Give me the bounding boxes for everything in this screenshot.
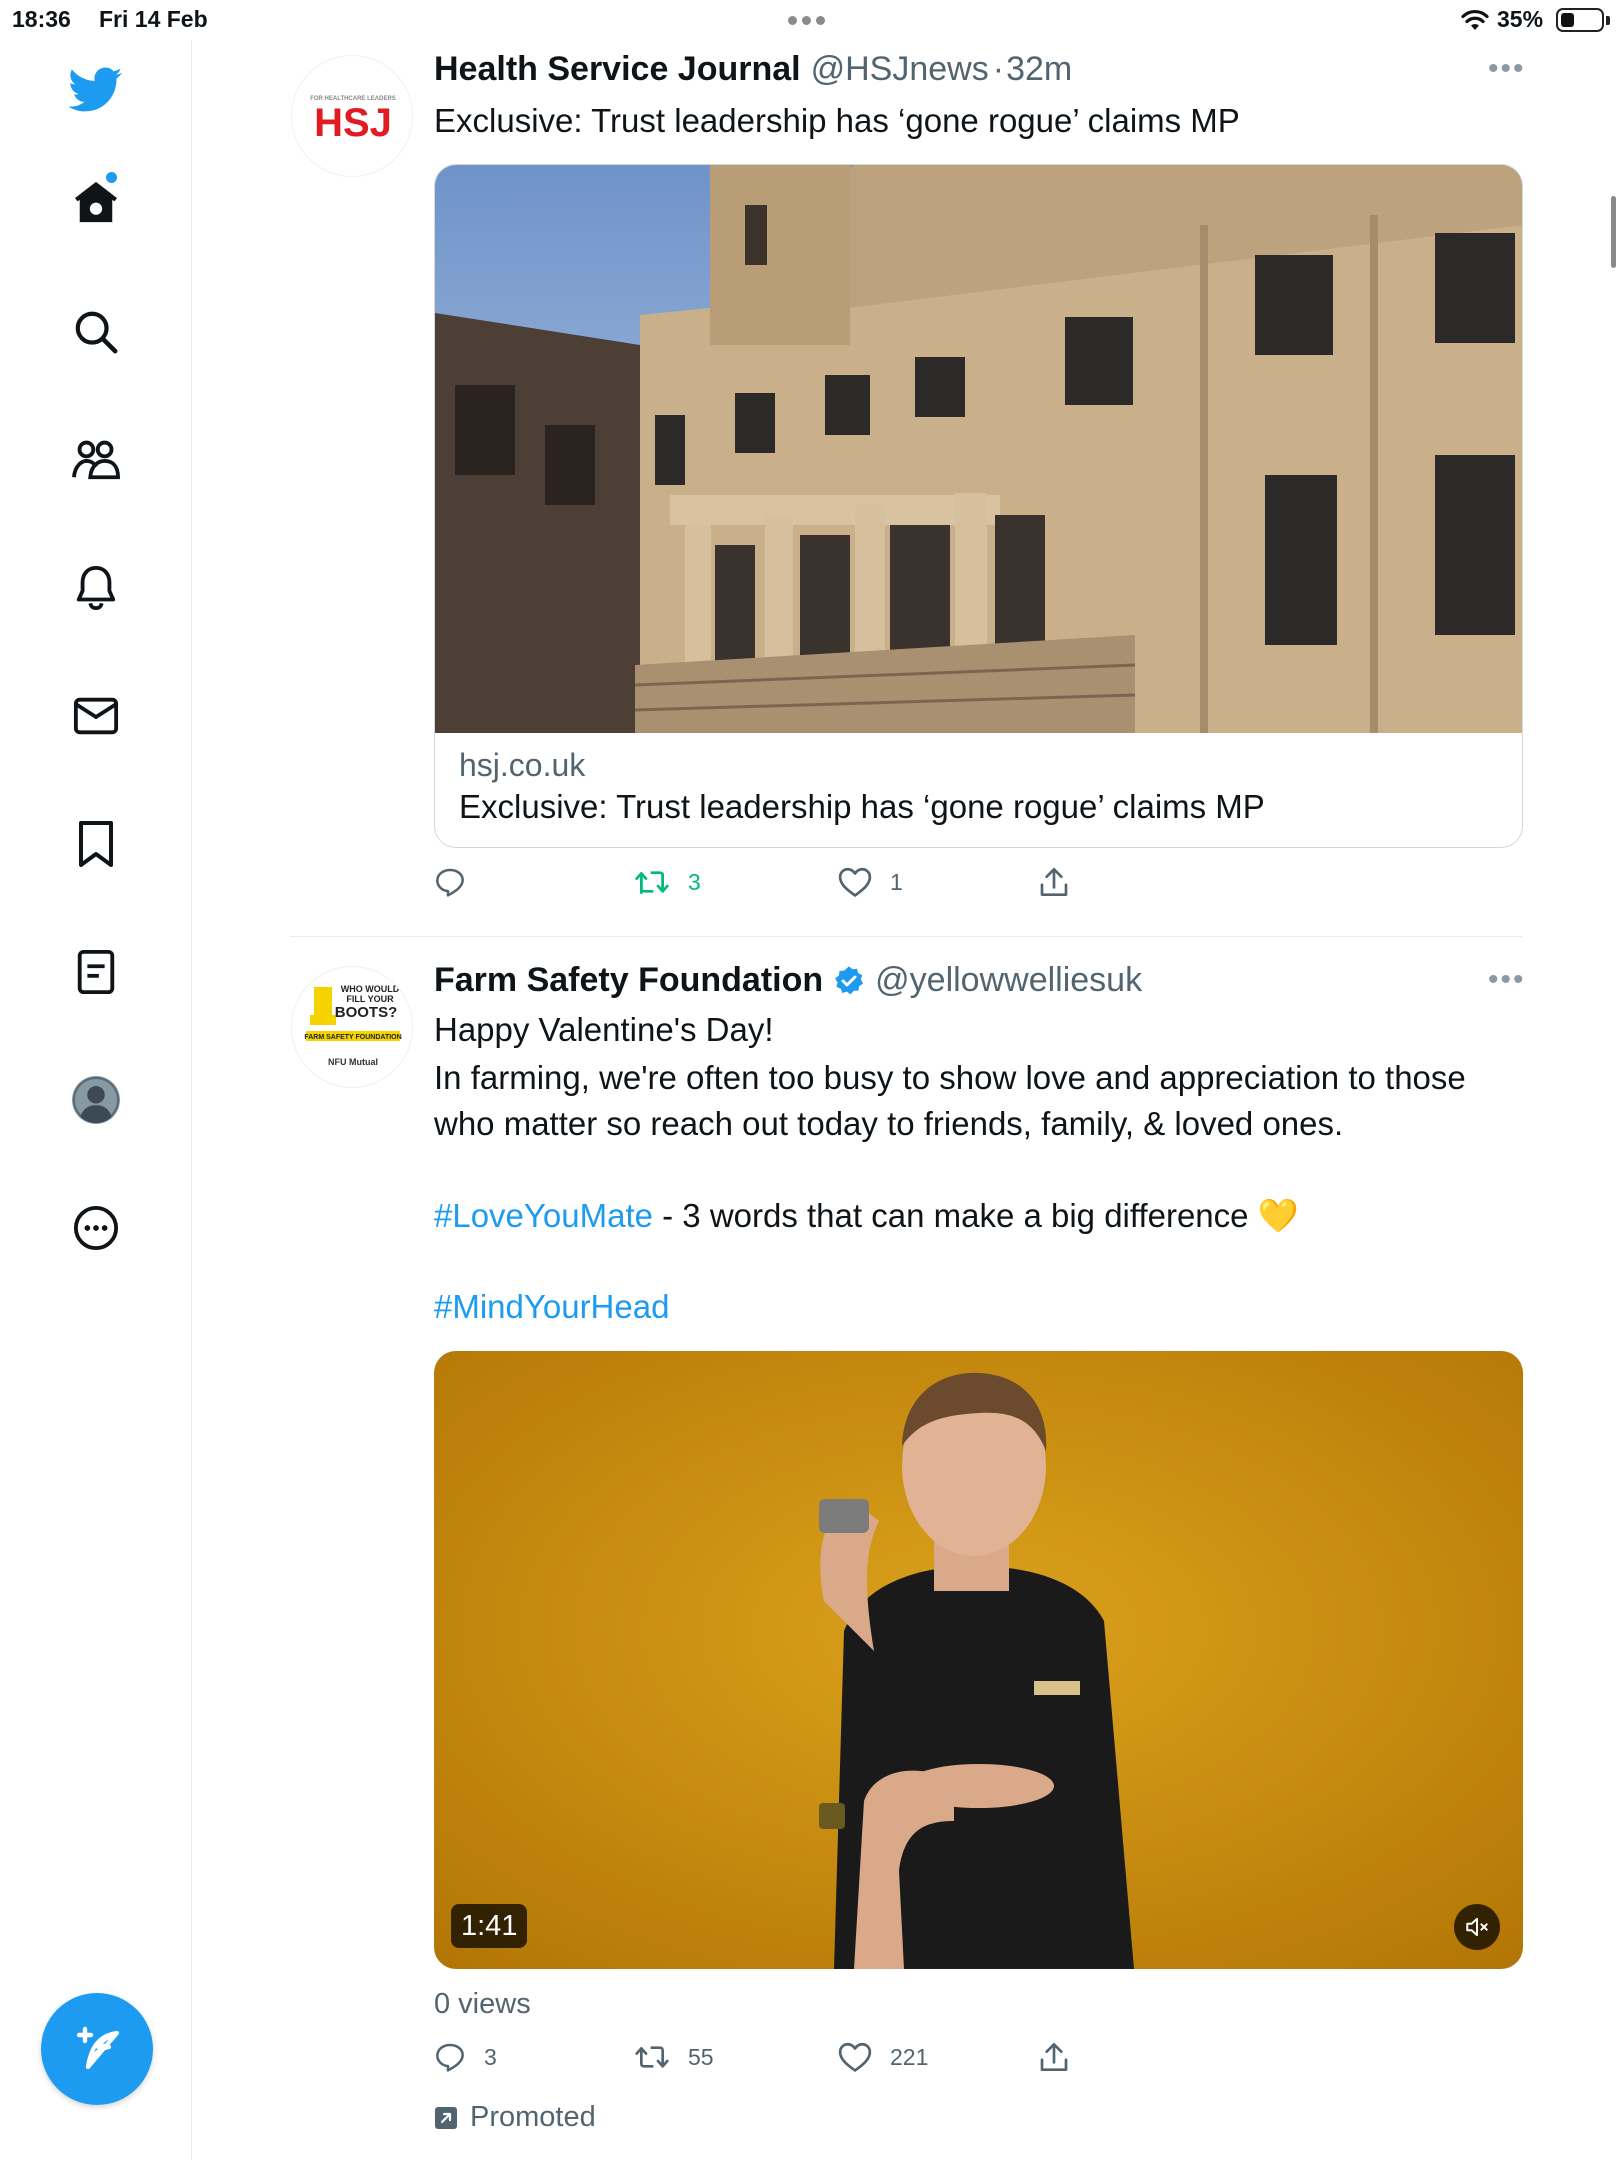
retweet-icon xyxy=(635,2046,669,2068)
hashtag-loveyoumate[interactable]: #LoveYouMate xyxy=(434,1197,653,1234)
communities-icon[interactable] xyxy=(66,430,126,490)
retweet-icon xyxy=(635,871,669,894)
logo-line-1: WHO WOULD xyxy=(341,984,400,994)
twitter-logo-icon[interactable] xyxy=(66,60,126,120)
share-button[interactable] xyxy=(1039,2041,1069,2073)
reply-icon xyxy=(436,2043,464,2072)
retweet-count: 3 xyxy=(688,868,701,895)
share-button[interactable] xyxy=(1039,866,1069,898)
hashtag-line-text: - 3 words that can make a big difference… xyxy=(652,1197,1299,1234)
reply-button[interactable]: 3 xyxy=(434,2041,497,2073)
lists-icon[interactable] xyxy=(66,942,126,1002)
mute-button[interactable] xyxy=(1454,1904,1500,1950)
tweet-divider xyxy=(290,936,1522,937)
author-name[interactable]: Health Service Journal xyxy=(434,50,801,89)
compose-icon xyxy=(76,2026,120,2070)
hsj-logo-text: HSJ xyxy=(314,101,392,145)
promoted-label[interactable]: Promoted xyxy=(434,2101,596,2134)
promoted-icon xyxy=(435,2106,457,2129)
heart-icon xyxy=(838,867,872,897)
tweet-actions: 3 1 xyxy=(434,866,1434,906)
logo-line-4: FARM SAFETY FOUNDATION xyxy=(304,1034,401,1041)
video-frame xyxy=(434,1351,1523,1969)
tweet-header: Farm Safety Foundation @yellowwelliesuk xyxy=(434,961,1142,1000)
scrollbar[interactable] xyxy=(1611,196,1616,268)
hashtag-mindyourhead[interactable]: #MindYourHead xyxy=(434,1288,669,1325)
like-button[interactable]: 221 xyxy=(838,2041,928,2073)
retweet-button[interactable]: 3 xyxy=(634,866,701,898)
retweet-count: 55 xyxy=(688,2043,714,2070)
tweet-actions: 3 55 221 xyxy=(434,2041,1434,2081)
building-photo xyxy=(435,165,1522,733)
reply-icon xyxy=(436,868,464,897)
share-icon xyxy=(1040,868,1068,896)
video-duration: 1:41 xyxy=(451,1904,528,1948)
tweet-hashtag-line: #MindYourHead xyxy=(434,1284,669,1330)
farm-safety-avatar[interactable]: WHO WOULD FILL YOUR BOOTS? FARM SAFETY F… xyxy=(291,966,413,1088)
reply-count: 3 xyxy=(484,2043,497,2070)
speaker-muted-icon xyxy=(1466,1917,1488,1937)
wifi-icon xyxy=(1461,9,1489,30)
reply-button[interactable] xyxy=(434,866,484,898)
home-icon[interactable] xyxy=(66,172,126,232)
like-count: 1 xyxy=(890,868,903,895)
promoted-text: Promoted xyxy=(470,2101,596,2133)
home-notification-dot xyxy=(106,172,117,183)
like-count: 221 xyxy=(890,2043,929,2070)
status-date: Fri 14 Feb xyxy=(99,6,208,32)
author-handle[interactable]: @yellowwelliesuk xyxy=(875,961,1142,1000)
tweet-hashtag-line: #LoveYouMate - 3 words that can make a b… xyxy=(434,1193,1299,1239)
hsj-avatar[interactable]: FOR HEALTHCARE LEADERS HSJ xyxy=(291,55,413,177)
verified-badge-icon xyxy=(835,965,864,994)
header-separator: · xyxy=(992,50,1005,88)
share-icon xyxy=(1040,2043,1068,2071)
profile-icon[interactable] xyxy=(66,1070,126,1130)
compose-button[interactable] xyxy=(41,1993,153,2105)
tweet-more-icon[interactable]: ••• xyxy=(1488,963,1526,997)
status-bar: 18:36 Fri 14 Feb 35% xyxy=(0,0,1620,40)
author-handle[interactable]: @HSJnews xyxy=(811,50,989,89)
status-time: 18:36 xyxy=(12,6,71,32)
tweet-header: Health Service Journal @HSJnews · 32m xyxy=(434,50,1072,89)
bell-icon[interactable] xyxy=(66,558,126,618)
tweet-more-icon[interactable]: ••• xyxy=(1488,52,1526,86)
retweet-button[interactable]: 55 xyxy=(634,2041,714,2073)
heart-icon xyxy=(838,2042,872,2072)
bookmark-icon[interactable] xyxy=(66,814,126,874)
video-player[interactable]: 1:41 xyxy=(434,1351,1523,1969)
logo-line-5: NFU Mutual xyxy=(328,1057,378,1067)
author-name[interactable]: Farm Safety Foundation xyxy=(434,961,823,1000)
tweet-text-line: In farming, we're often too busy to show… xyxy=(434,1059,1466,1096)
tweet-time[interactable]: 32m xyxy=(1006,50,1072,89)
video-views: 0 views xyxy=(434,1988,531,2020)
tweet-text-line: Happy Valentine's Day! xyxy=(434,1011,774,1048)
search-icon[interactable] xyxy=(66,302,126,362)
logo-line-2: FILL YOUR xyxy=(346,994,394,1004)
multitasking-dots-icon[interactable] xyxy=(788,16,825,25)
link-card[interactable]: hsj.co.uk Exclusive: Trust leadership ha… xyxy=(434,164,1523,848)
more-icon[interactable] xyxy=(66,1198,126,1258)
battery-percent: 35% xyxy=(1497,6,1544,32)
battery-icon xyxy=(1556,8,1604,32)
logo-line-3: BOOTS? xyxy=(335,1004,398,1021)
card-domain: hsj.co.uk xyxy=(459,747,586,783)
like-button[interactable]: 1 xyxy=(838,866,903,898)
card-title: Exclusive: Trust leadership has ‘gone ro… xyxy=(459,788,1265,825)
mail-icon[interactable] xyxy=(66,686,126,746)
tweet-text: Exclusive: Trust leadership has ‘gone ro… xyxy=(434,102,1240,139)
tweet-text-line: who matter so reach out today to friends… xyxy=(434,1105,1344,1142)
battery-cap xyxy=(1606,16,1610,25)
